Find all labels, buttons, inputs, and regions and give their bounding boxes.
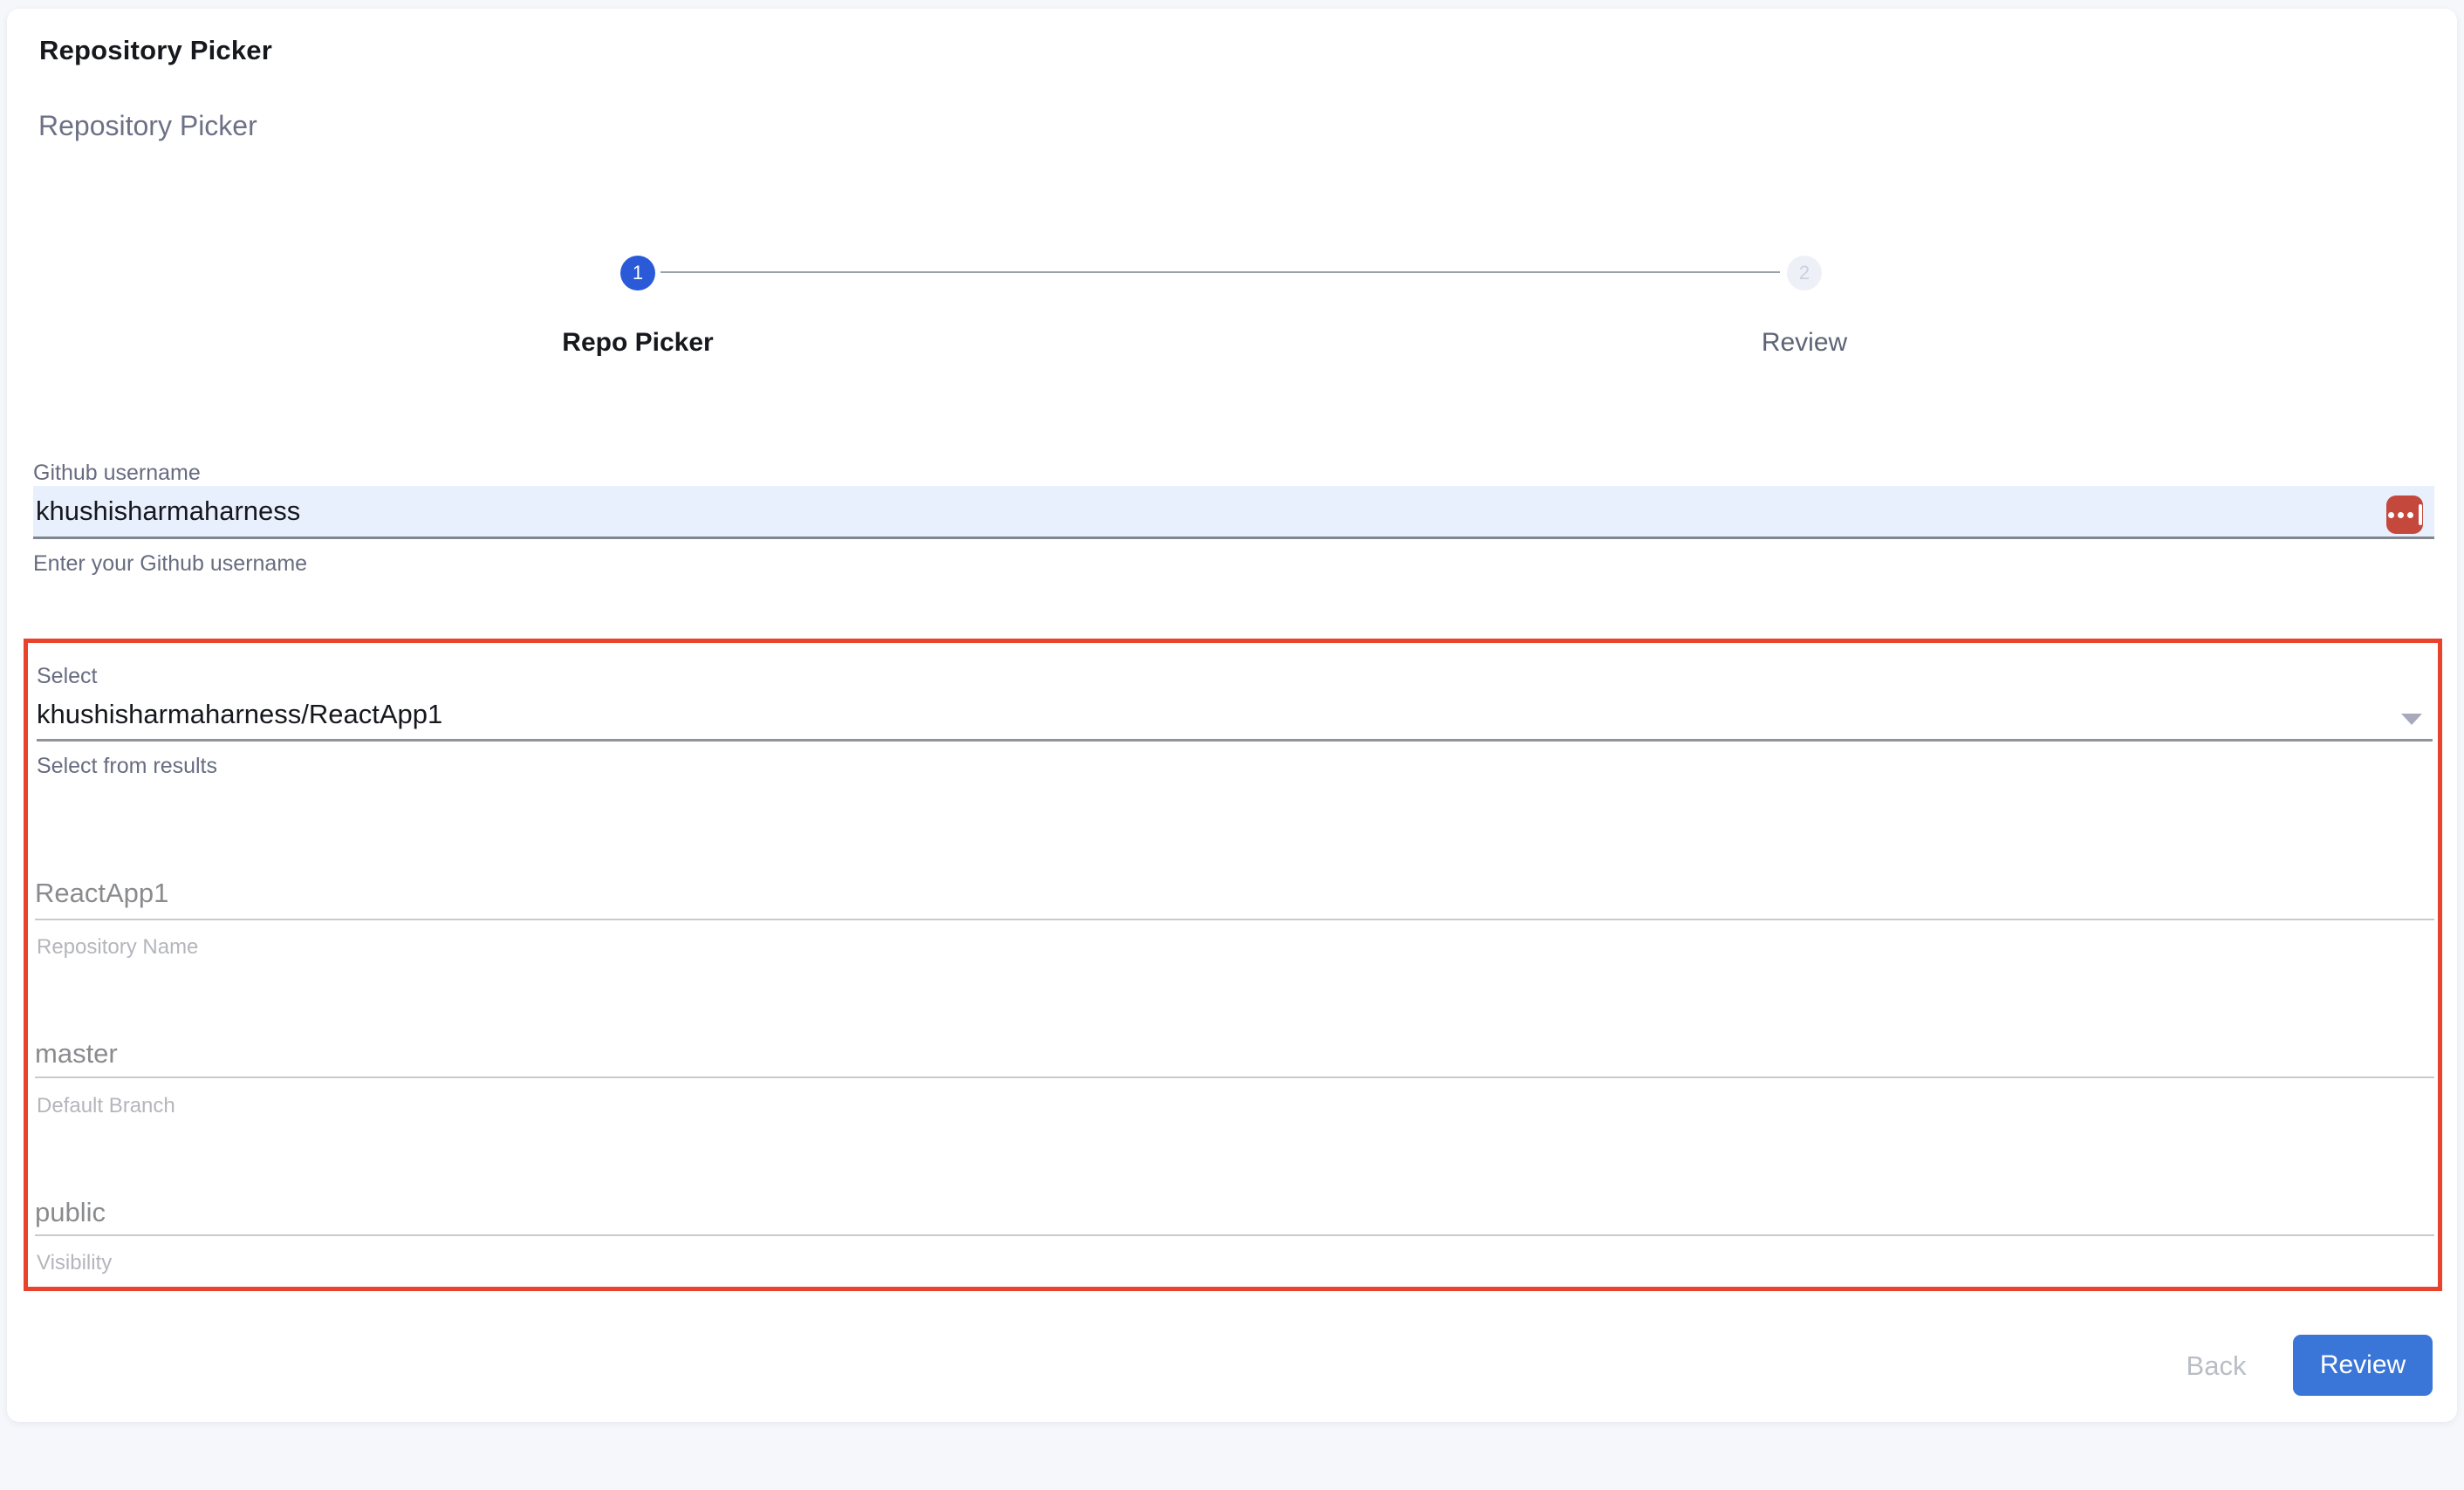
page-title: Repository Picker (39, 35, 272, 66)
visibility-label: Visibility (37, 1251, 112, 1275)
step-2-circle[interactable]: 2 (1787, 256, 1822, 290)
repository-name-value: ReactApp1 (35, 878, 168, 909)
github-username-input[interactable] (33, 486, 2434, 539)
repo-select-label: Select (37, 664, 97, 689)
step-2-number: 2 (1799, 262, 1810, 284)
back-button[interactable]: Back (2129, 1350, 2303, 1383)
password-manager-icon[interactable] (2386, 496, 2423, 534)
repository-picker-card: Repository Picker Repository Picker 1 2 … (7, 9, 2457, 1422)
default-branch-underline (35, 1076, 2434, 1078)
default-branch-label: Default Branch (37, 1094, 175, 1118)
stepper-connector-line (660, 271, 1780, 273)
password-manager-dot (2407, 512, 2413, 518)
repo-select-underline (37, 739, 2433, 742)
step-1-circle[interactable]: 1 (620, 256, 655, 290)
github-username-helper: Enter your Github username (33, 551, 307, 577)
repo-results-highlight-box: Select khushisharmaharness/ReactApp1 Sel… (24, 639, 2442, 1291)
repository-name-underline (35, 919, 2434, 920)
step-1-label: Repo Picker (498, 328, 777, 358)
password-manager-dot (2388, 512, 2394, 518)
github-username-label: Github username (33, 461, 201, 486)
default-branch-value: master (35, 1038, 118, 1070)
visibility-underline (35, 1234, 2434, 1236)
repo-select-helper: Select from results (37, 754, 217, 779)
repo-select[interactable]: khushisharmaharness/ReactApp1 (37, 699, 2433, 737)
step-1-number: 1 (633, 262, 643, 284)
password-manager-dot (2398, 512, 2404, 518)
review-button[interactable]: Review (2293, 1335, 2433, 1396)
repository-name-label: Repository Name (37, 935, 198, 960)
page-subtitle: Repository Picker (38, 110, 257, 142)
step-2-label: Review (1665, 328, 1944, 358)
password-manager-bar (2419, 504, 2422, 525)
chevron-down-icon (2401, 714, 2422, 725)
repo-select-value: khushisharmaharness/ReactApp1 (37, 699, 442, 729)
visibility-value: public (35, 1197, 106, 1228)
